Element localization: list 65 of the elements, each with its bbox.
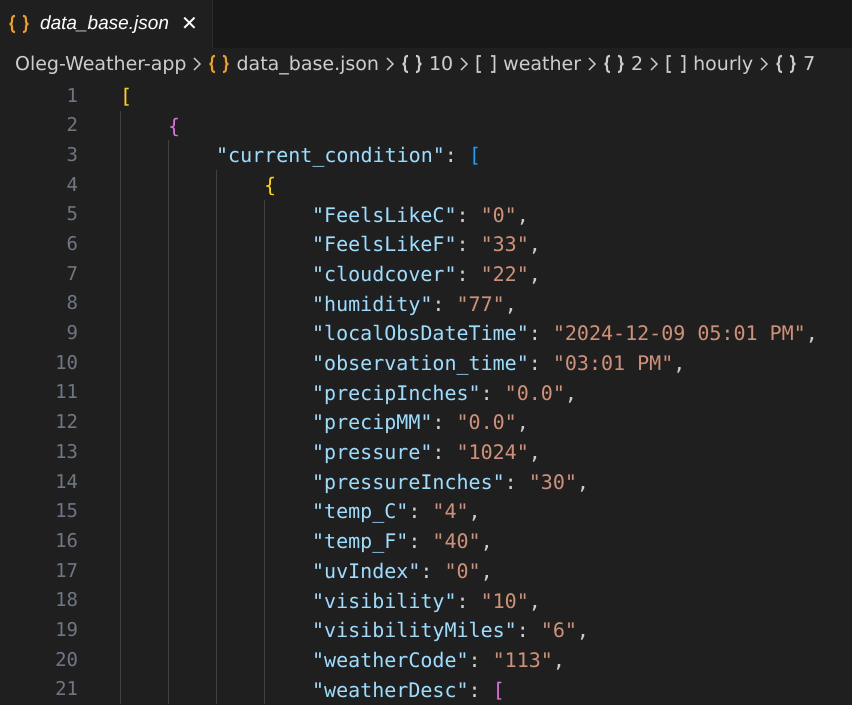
code-line: "precipMM": "0.0", — [312, 409, 529, 436]
code-line: "pressureInches": "30", — [312, 468, 589, 496]
code-line: [ — [120, 82, 132, 110]
breadcrumb-item[interactable]: hourly — [693, 50, 754, 78]
chevron-right-icon — [384, 56, 395, 72]
code-line: "localObsDateTime": "2024-12-09 05:01 PM", — [312, 320, 818, 348]
code-line: "temp_F": "40", — [312, 528, 493, 556]
code-line: "visibilityMiles": "6", — [312, 617, 589, 644]
breadcrumb-item[interactable]: 10 — [428, 50, 454, 78]
line-number: 21 — [54, 677, 78, 702]
line-number: 17 — [54, 558, 78, 584]
braces-icon — [208, 54, 230, 74]
braces-icon — [8, 14, 30, 34]
line-number: 15 — [54, 499, 78, 524]
chevron-right-icon — [649, 56, 660, 72]
code-line: "FeelsLikeF": "33", — [312, 231, 541, 258]
brackets-icon — [665, 54, 688, 74]
breadcrumb-item[interactable]: 2 — [631, 50, 644, 78]
code-line: "current_condition": [ — [216, 142, 481, 170]
line-number: 5 — [66, 202, 78, 228]
chevron-right-icon — [759, 56, 770, 72]
line-number: 18 — [54, 588, 78, 614]
code-line: "temp_C": "4", — [312, 498, 481, 526]
line-number: 14 — [54, 470, 78, 495]
line-number: 3 — [66, 142, 78, 168]
code-line: "visibility": "10", — [312, 588, 541, 615]
code-line: "precipInches": "0.0", — [312, 380, 577, 407]
close-icon[interactable]: ✕ — [180, 9, 198, 39]
line-number: 8 — [66, 291, 78, 316]
chevron-right-icon — [587, 56, 598, 72]
braces-icon — [603, 54, 626, 74]
code-line: { — [264, 172, 276, 199]
breadcrumb-item[interactable]: data_base.json — [236, 50, 379, 78]
breadcrumb-item[interactable]: 7 — [803, 50, 816, 78]
line-number: 11 — [54, 380, 78, 406]
line-number: 12 — [54, 410, 78, 436]
tab-title: data_base.json — [40, 12, 169, 36]
line-number: 10 — [54, 350, 78, 376]
line-number: 19 — [54, 618, 78, 643]
chevron-right-icon — [192, 56, 202, 72]
line-number: 13 — [54, 440, 78, 465]
line-number: 9 — [66, 321, 78, 346]
code-line: "humidity": "77", — [312, 290, 517, 318]
code-line: "weatherCode": "113", — [312, 646, 565, 674]
line-number: 2 — [66, 113, 78, 138]
breadcrumb-item[interactable]: Oleg-Weather-app — [15, 50, 186, 78]
breadcrumb-item[interactable]: weather — [503, 50, 582, 78]
braces-icon — [400, 54, 423, 74]
line-number: 16 — [54, 528, 78, 554]
code-line: "pressure": "1024", — [312, 439, 541, 466]
line-number: 7 — [66, 262, 78, 287]
editor-tab[interactable]: data_base.json ✕ — [0, 0, 213, 48]
code-line: "weatherDesc": [ — [312, 676, 505, 704]
braces-icon — [775, 54, 798, 74]
code-line: "uvIndex": "0", — [312, 558, 493, 585]
line-number: 6 — [66, 232, 78, 258]
code-line: "FeelsLikeC": "0", — [312, 202, 529, 229]
brackets-icon — [475, 54, 498, 74]
code-line: "observation_time": "03:01 PM", — [312, 350, 686, 378]
code-line: "cloudcover": "22", — [312, 260, 541, 288]
line-number: 4 — [66, 172, 78, 198]
code-line: { — [168, 112, 180, 140]
chevron-right-icon — [459, 56, 470, 72]
line-number: 1 — [66, 84, 78, 109]
line-number: 20 — [54, 648, 78, 673]
